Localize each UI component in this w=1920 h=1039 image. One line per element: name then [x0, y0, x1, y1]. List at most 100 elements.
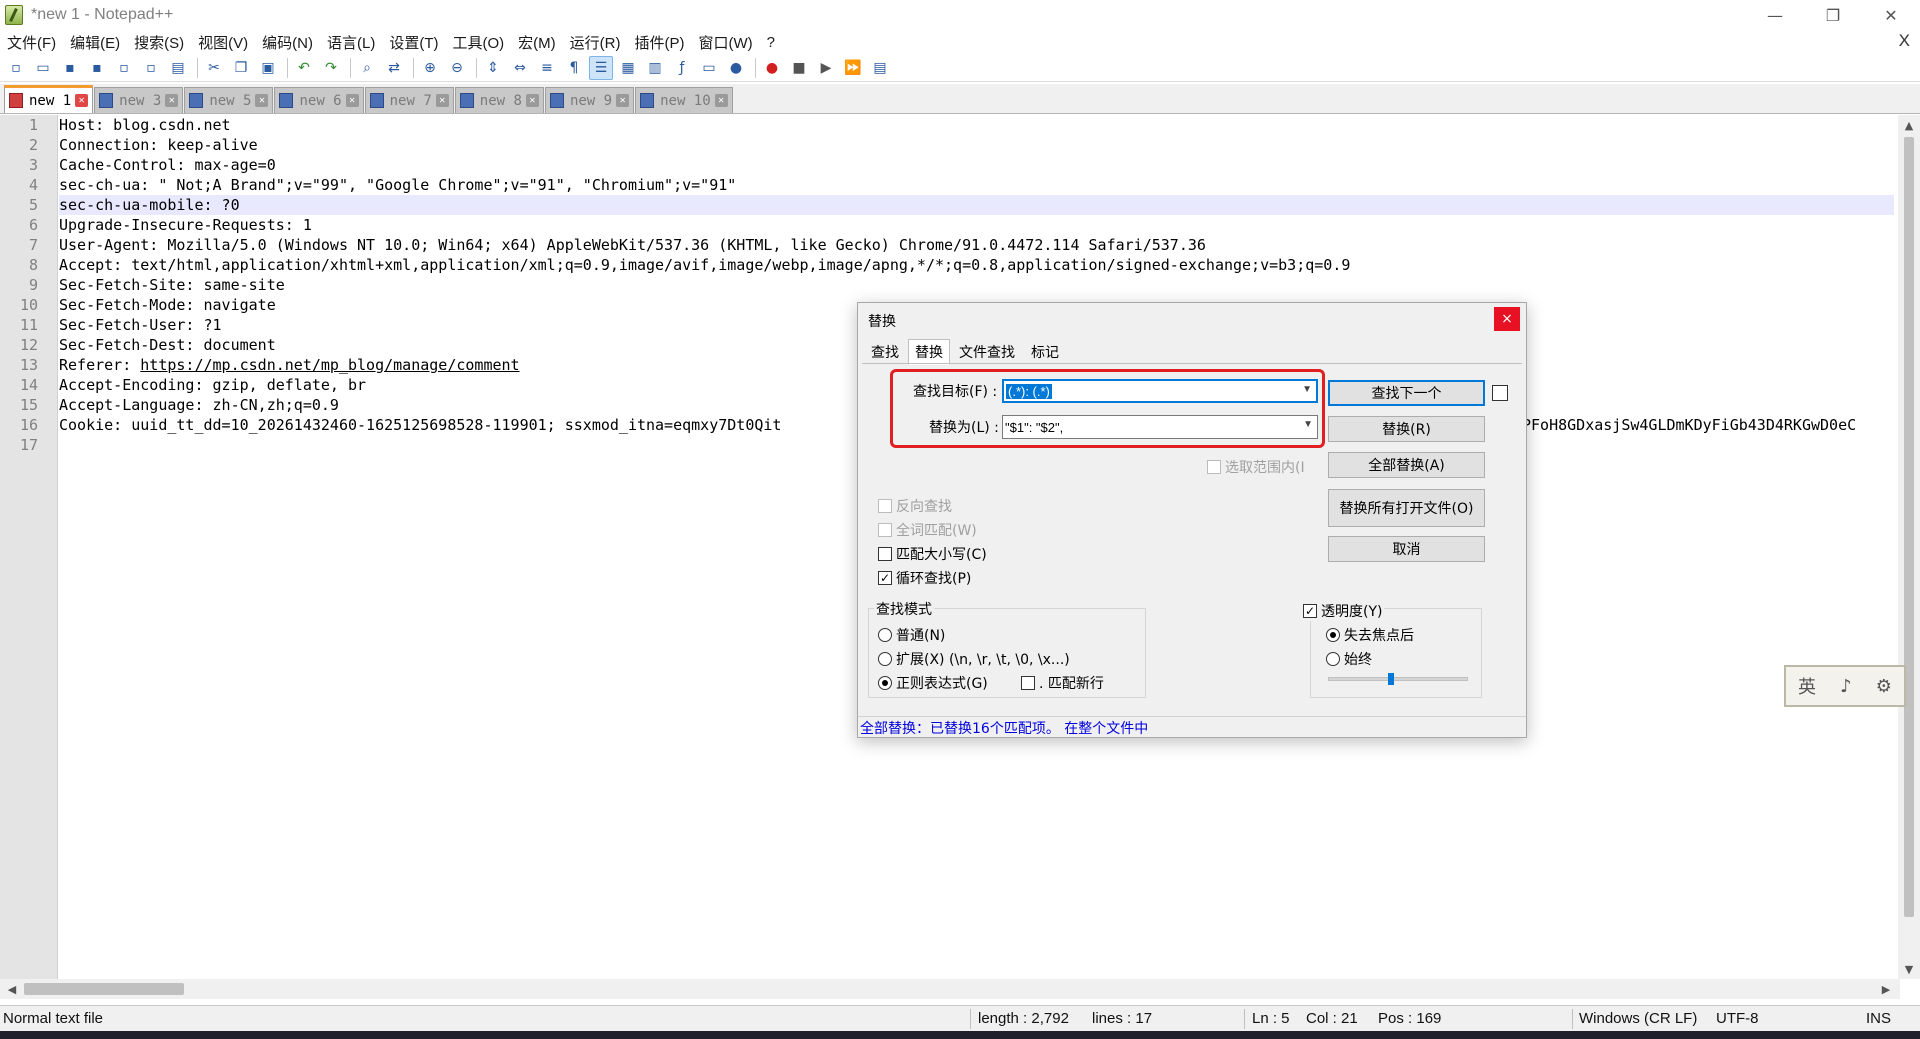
ime-toolbar[interactable]: 英 ♪ ⚙ — [1784, 665, 1906, 707]
print-icon[interactable]: ▤ — [166, 56, 190, 80]
horizontal-scrollbar[interactable]: ◀ ▶ — [0, 979, 1900, 999]
undo-icon[interactable]: ↶ — [292, 56, 316, 80]
find-icon[interactable]: ⌕ — [355, 56, 379, 80]
tab-new-1[interactable]: new 1 ✕ — [4, 85, 94, 113]
replace-icon[interactable]: ⇄ — [382, 56, 406, 80]
doc-map-icon[interactable]: ▥ — [643, 56, 667, 80]
close-all-icon[interactable]: ▫ — [139, 56, 163, 80]
tab-replace[interactable]: 替换 — [908, 339, 950, 365]
code-line[interactable]: Connection: keep-alive — [59, 135, 1894, 155]
match-case-checkbox[interactable]: 匹配大小写(C) — [878, 544, 987, 564]
find-next-option-checkbox[interactable] — [1492, 385, 1508, 401]
tab-new-6[interactable]: new 6 ✕ — [274, 87, 364, 113]
code-line[interactable]: User-Agent: Mozilla/5.0 (Windows NT 10.0… — [59, 235, 1894, 255]
tab-new-7[interactable]: new 7 ✕ — [364, 87, 454, 113]
menu-settings[interactable]: 设置(T) — [382, 32, 445, 53]
tab-new-10[interactable]: new 10 ✕ — [635, 87, 733, 113]
function-list-icon[interactable]: ƒ — [670, 56, 694, 80]
tab-close-icon[interactable]: ✕ — [255, 94, 269, 107]
minimize-button[interactable]: — — [1746, 0, 1804, 30]
vertical-scrollbar[interactable]: ▲ ▼ — [1898, 115, 1920, 979]
transparency-slider[interactable] — [1328, 677, 1468, 681]
code-line[interactable]: sec-ch-ua: " Not;A Brand";v="99", "Googl… — [59, 175, 1894, 195]
on-losing-focus-radio[interactable]: 失去焦点后 — [1326, 625, 1414, 645]
udl-icon[interactable]: ▦ — [616, 56, 640, 80]
tab-close-icon[interactable]: ✕ — [525, 94, 539, 107]
url-link[interactable]: https://mp.csdn.net/mp_blog/manage/comme… — [140, 356, 519, 374]
find-next-button[interactable]: 查找下一个 — [1328, 380, 1485, 406]
transparency-checkbox[interactable]: ✓ 透明度(Y) — [1303, 601, 1385, 621]
menu-search[interactable]: 搜索(S) — [127, 32, 191, 53]
scroll-up-icon[interactable]: ▲ — [1898, 115, 1920, 135]
replace-all-open-docs-button[interactable]: 替换所有打开文件(O) — [1328, 489, 1485, 527]
ime-mode-icon[interactable]: ♪ — [1840, 676, 1852, 697]
menu-edit[interactable]: 编辑(E) — [63, 32, 127, 53]
save-icon[interactable]: ▪ — [58, 56, 82, 80]
code-line[interactable]: sec-ch-ua-mobile: ?0 — [59, 195, 1894, 215]
ime-language-indicator[interactable]: 英 — [1798, 673, 1816, 699]
always-radio[interactable]: 始终 — [1326, 649, 1372, 669]
code-line[interactable]: Accept: text/html,application/xhtml+xml,… — [59, 255, 1894, 275]
code-line[interactable]: Cache-Control: max-age=0 — [59, 155, 1894, 175]
menu-encoding[interactable]: 编码(N) — [255, 32, 320, 53]
tab-close-icon[interactable]: ✕ — [165, 94, 179, 107]
tab-new-5[interactable]: new 5 ✕ — [184, 87, 274, 113]
maximize-button[interactable]: ❐ — [1804, 0, 1862, 30]
play-multiple-icon[interactable]: ⏩ — [841, 56, 865, 80]
tab-find-in-files[interactable]: 文件查找 — [952, 339, 1022, 365]
sync-horizontal-icon[interactable]: ⇔ — [508, 56, 532, 80]
in-selection-checkbox[interactable]: 选取范围内(I — [1207, 457, 1305, 477]
tab-mark[interactable]: 标记 — [1024, 339, 1066, 365]
mode-regex-radio[interactable]: 正则表达式(G) — [878, 673, 988, 693]
tab-new-9[interactable]: new 9 ✕ — [544, 87, 635, 113]
whole-word-checkbox[interactable]: 全词匹配(W) — [878, 520, 977, 540]
status-eol[interactable]: Windows (CR LF) — [1579, 1010, 1697, 1027]
close-file-icon[interactable]: ▫ — [112, 56, 136, 80]
cut-icon[interactable]: ✂ — [202, 56, 226, 80]
wrap-around-checkbox[interactable]: ✓ 循环查找(P) — [878, 568, 971, 588]
cancel-button[interactable]: 取消 — [1328, 536, 1485, 562]
mode-extended-radio[interactable]: 扩展(X) (\n, \r, \t, \0, \x...) — [878, 649, 1070, 669]
copy-icon[interactable]: ❐ — [229, 56, 253, 80]
paste-icon[interactable]: ▣ — [256, 56, 280, 80]
zoom-out-icon[interactable]: ⊖ — [445, 56, 469, 80]
tab-new-8[interactable]: new 8 ✕ — [454, 87, 544, 113]
menu-help[interactable]: ? — [760, 34, 782, 51]
save-all-icon[interactable]: ▪ — [85, 56, 109, 80]
replace-button[interactable]: 替换(R) — [1328, 416, 1485, 442]
close-document-button[interactable]: X — [1899, 31, 1910, 51]
scroll-left-icon[interactable]: ◀ — [2, 979, 22, 999]
transparency-slider-thumb[interactable] — [1388, 673, 1394, 685]
tab-new-3[interactable]: new 3 ✕ — [94, 87, 184, 113]
menu-run[interactable]: 运行(R) — [563, 32, 628, 53]
dot-matches-newline-checkbox[interactable]: . 匹配新行 — [1021, 673, 1104, 693]
scroll-right-icon[interactable]: ▶ — [1876, 979, 1896, 999]
mode-normal-radio[interactable]: 普通(N) — [878, 625, 945, 645]
ime-settings-icon[interactable]: ⚙ — [1876, 676, 1892, 697]
code-line[interactable]: Sec-Fetch-Site: same-site — [59, 275, 1894, 295]
folder-workspace-icon[interactable]: ▭ — [697, 56, 721, 80]
vertical-scroll-thumb[interactable] — [1904, 137, 1914, 917]
indent-guide-icon[interactable]: ☰ — [589, 55, 613, 80]
zoom-in-icon[interactable]: ⊕ — [418, 56, 442, 80]
tab-find[interactable]: 查找 — [864, 339, 906, 365]
stop-macro-icon[interactable]: ■ — [787, 56, 811, 80]
play-macro-icon[interactable]: ▶ — [814, 56, 838, 80]
menu-view[interactable]: 视图(V) — [191, 32, 255, 53]
status-encoding[interactable]: UTF-8 — [1716, 1010, 1759, 1027]
tab-close-icon[interactable]: ✕ — [714, 94, 728, 107]
tab-close-icon[interactable]: ✕ — [616, 94, 630, 107]
replace-all-button[interactable]: 全部替换(A) — [1328, 452, 1485, 478]
sync-vertical-icon[interactable]: ⇕ — [481, 56, 505, 80]
scroll-down-icon[interactable]: ▼ — [1898, 959, 1920, 979]
horizontal-scroll-thumb[interactable] — [24, 983, 184, 995]
new-file-icon[interactable]: ▫ — [4, 56, 28, 80]
show-all-chars-icon[interactable]: ¶ — [562, 56, 586, 80]
menu-file[interactable]: 文件(F) — [0, 32, 63, 53]
dialog-close-button[interactable]: × — [1494, 307, 1520, 331]
tab-close-icon[interactable]: ✕ — [75, 94, 89, 107]
menu-macro[interactable]: 宏(M) — [511, 32, 563, 53]
code-line[interactable]: Upgrade-Insecure-Requests: 1 — [59, 215, 1894, 235]
menu-window[interactable]: 窗口(W) — [691, 32, 759, 53]
backward-direction-checkbox[interactable]: 反向查找 — [878, 496, 952, 516]
